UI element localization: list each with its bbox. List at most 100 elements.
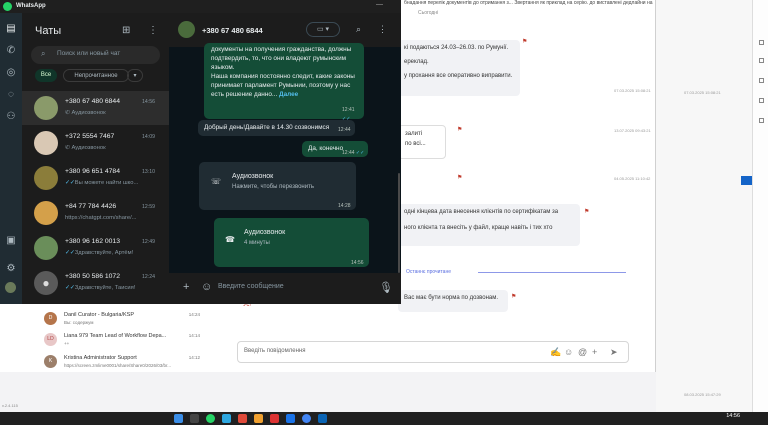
chrome-icon[interactable] xyxy=(302,414,311,423)
settings-icon[interactable]: ⚙ xyxy=(4,262,18,276)
profile-avatar[interactable] xyxy=(5,282,16,293)
list-item[interactable]: +84 77 784 4426 https://chatgpt.com/shar… xyxy=(22,196,169,230)
app-version: v.2.4.115 xyxy=(2,403,18,408)
missed-call-message[interactable]: ☏ Аудиозвонок Нажмите, чтобы перезвонить… xyxy=(199,162,356,210)
browser-icon[interactable] xyxy=(286,414,295,423)
app-icon[interactable] xyxy=(318,414,327,423)
folder-icon[interactable] xyxy=(254,414,263,423)
taskbar: 14:56 xyxy=(0,412,768,425)
conversation-header[interactable]: +380 67 480 6844 ▭ ▾ ⌕ ⋮ xyxy=(169,13,401,47)
search-icon[interactable] xyxy=(190,414,199,423)
channels-icon[interactable]: ◌ xyxy=(4,88,18,102)
background-message[interactable]: залиті по всі... xyxy=(398,125,446,159)
filter-more-icon[interactable]: ▾ xyxy=(127,69,143,82)
menu-icon[interactable]: ⋮ xyxy=(148,25,158,36)
status-icon[interactable]: ◎ xyxy=(4,66,18,80)
list-item[interactable]: +380 96 651 4784 ✓✓Вы можете найти шко..… xyxy=(22,161,169,195)
checkbox[interactable] xyxy=(759,98,764,103)
read-check-icon: ✓✓ xyxy=(355,150,365,156)
default-avatar-icon: ● xyxy=(34,271,58,295)
sticker-icon[interactable]: ☺ xyxy=(201,281,212,293)
read-more-link[interactable]: Далее xyxy=(279,91,298,98)
avatar xyxy=(34,131,58,155)
emoji-icon[interactable]: ☺ xyxy=(564,347,573,357)
clock[interactable]: 14:56 xyxy=(726,413,740,419)
message-outgoing[interactable]: документы на получения гражданства, долж… xyxy=(204,43,364,122)
message-timestamp: 08.03.2025 15:47:29 xyxy=(684,392,721,397)
avatar: K xyxy=(44,355,57,368)
checkbox[interactable] xyxy=(759,118,764,123)
avatar[interactable] xyxy=(178,21,195,38)
nav-rail: ▤ ✆ ◎ ◌ ⚇ ▣ ⚙ xyxy=(0,13,22,304)
right-pane xyxy=(656,0,752,412)
avatar: LD xyxy=(44,333,57,346)
last-read-label: Останнє прочитане xyxy=(406,269,451,275)
minimize-icon[interactable]: — xyxy=(376,1,383,8)
message-outgoing[interactable]: Да, конечно 12:44 ✓✓ xyxy=(302,141,368,157)
read-check-icon: ✓✓ xyxy=(65,180,75,186)
title-bar: WhatsApp — xyxy=(0,0,401,13)
whatsapp-icon[interactable] xyxy=(206,414,215,423)
send-icon[interactable]: ➤ xyxy=(610,347,618,358)
scrollbar[interactable] xyxy=(398,173,400,273)
mention-icon[interactable]: @ xyxy=(578,347,587,357)
read-check-icon: ✓✓ xyxy=(65,250,75,256)
app-icon[interactable] xyxy=(238,414,247,423)
flag-icon: ⚑ xyxy=(522,39,528,45)
search-icon[interactable]: ⌕ xyxy=(356,24,361,35)
call-message[interactable]: ☎ Аудиозвонок 4 минуты 14:56 xyxy=(214,218,369,267)
last-read-divider xyxy=(478,272,626,273)
message-timestamp: 13.07.2025 09:43:21 xyxy=(614,128,651,133)
list-item[interactable]: ● +380 50 586 1072 ✓✓Здравствуйте, Таиси… xyxy=(22,266,169,300)
selected-marker xyxy=(741,176,752,185)
message-timestamp: 04.05.2025 11:10:42 xyxy=(614,176,651,181)
message-timestamp: 07.03.2025 15:08:21 xyxy=(614,88,651,93)
filter-all[interactable]: Все xyxy=(35,69,57,82)
list-item[interactable]: D Danil Curator - Bulgaria/KSP Вы: содер… xyxy=(36,310,206,330)
start-icon[interactable] xyxy=(174,414,183,423)
list-item[interactable]: K Kristina Administrator Support https:/… xyxy=(36,353,206,373)
conversation-panel: +380 67 480 6844 ▭ ▾ ⌕ ⋮ документы на по… xyxy=(169,13,401,304)
message-timestamp: 07.03.2025 15:08:21 xyxy=(684,90,721,95)
attach-plus-icon[interactable]: + xyxy=(183,281,189,293)
chats-icon[interactable]: ▤ xyxy=(4,22,18,36)
microphone-icon[interactable]: 🎙 xyxy=(379,281,393,294)
app-icon[interactable] xyxy=(270,414,279,423)
list-item[interactable]: +380 96 162 0013 ✓✓Здравствуйте, Артём! … xyxy=(22,231,169,265)
checkbox[interactable] xyxy=(759,40,764,45)
message-incoming[interactable]: Добрый день!Давайте в 14.30 созвонимся 1… xyxy=(198,120,355,136)
whatsapp-window: WhatsApp — ▤ ✆ ◎ ◌ ⚇ ▣ ⚙ Чаты ⊞ ⋮ ⌕ Поис… xyxy=(0,0,401,304)
contact-name[interactable]: +380 67 480 6844 xyxy=(202,26,263,35)
video-call-button[interactable]: ▭ ▾ xyxy=(306,22,340,37)
checkbox[interactable] xyxy=(759,58,764,63)
list-item[interactable]: +372 5554 7467 ✆ Аудиозвонок 14:09 xyxy=(22,126,169,160)
menu-icon[interactable]: ⋮ xyxy=(378,24,387,35)
message-input[interactable]: Введите сообщение xyxy=(218,283,284,290)
media-icon[interactable]: ▣ xyxy=(4,234,18,248)
background-message[interactable]: кі подаються 24.03–26.03. по Румунії. ер… xyxy=(398,40,520,96)
add-icon[interactable]: + xyxy=(592,347,597,357)
telegram-icon[interactable] xyxy=(222,414,231,423)
search-input[interactable]: ⌕ Поиск или новый чат xyxy=(31,46,160,64)
chat-list-panel: Чаты ⊞ ⋮ ⌕ Поиск или новый чат Все Непро… xyxy=(22,13,169,304)
format-icon[interactable]: ✍ xyxy=(550,347,561,358)
window-title: WhatsApp xyxy=(16,3,46,9)
avatar: D xyxy=(44,312,57,325)
avatar xyxy=(34,236,58,260)
date-separator: Сьогодні xyxy=(418,10,439,16)
communities-icon[interactable]: ⚇ xyxy=(4,110,18,124)
background-message[interactable]: одні кінцева дата внесення клієнтів по с… xyxy=(398,204,580,246)
background-message[interactable]: Вас має бути норма по дозвонам. xyxy=(398,290,508,312)
list-item[interactable]: +380 67 480 6844 ✆ Аудиозвонок 14:56 xyxy=(22,91,169,125)
page-title: Чаты xyxy=(35,25,62,37)
calls-icon[interactable]: ✆ xyxy=(4,44,18,58)
phone-call-icon: ☎ xyxy=(225,235,235,244)
reply-input[interactable]: Введіть повідомлення ✍ ☺ @ + ➤ xyxy=(237,341,629,363)
list-item[interactable]: LD Liana 979 Team Lead of Workflow Depa.… xyxy=(36,331,206,351)
avatar xyxy=(34,96,58,120)
checkbox[interactable] xyxy=(759,78,764,83)
flag-icon: ⚑ xyxy=(511,294,517,300)
message-composer: + ☺ Введите сообщение 🎙 xyxy=(169,273,401,304)
new-chat-icon[interactable]: ⊞ xyxy=(122,25,130,36)
filter-unread[interactable]: Непрочитанное xyxy=(63,69,129,82)
